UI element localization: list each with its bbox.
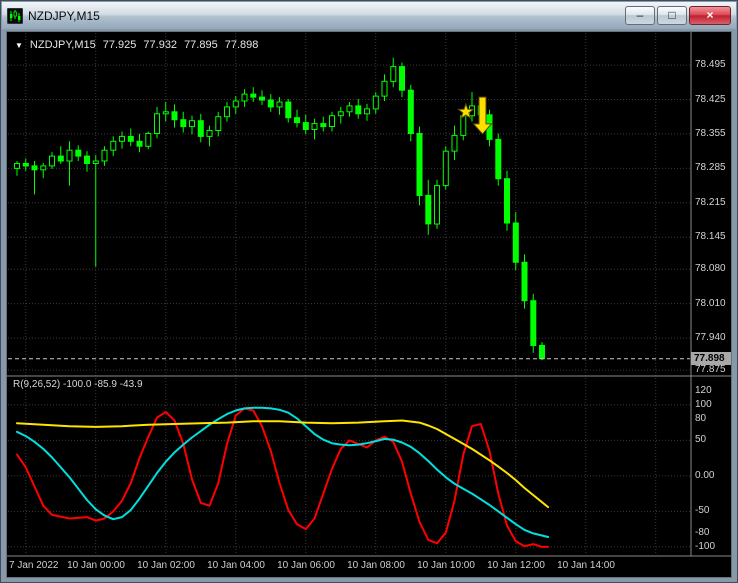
titlebar[interactable]: NZDJPY,M15 – □ × (2, 2, 736, 29)
time-axis-label: 10 Jan 02:00 (137, 560, 195, 571)
expander-icon[interactable]: ▼ (15, 41, 23, 50)
current-price-label: 77.898 (691, 352, 731, 365)
indicator-axis-label: -50 (695, 505, 710, 516)
candles (14, 57, 545, 361)
price-axis-label: 78.080 (695, 263, 726, 274)
ohlc-low: 77.895 (184, 39, 218, 51)
price-axis-label: 77.940 (695, 332, 726, 343)
minimize-icon: – (636, 8, 644, 22)
ohlc-header: ▼ NZDJPY,M15 77.925 77.932 77.895 77.898 (15, 39, 258, 51)
chart-canvas[interactable] (7, 32, 731, 577)
time-axis-label: 10 Jan 00:00 (67, 560, 125, 571)
ohlc-close: 77.898 (224, 39, 259, 51)
chart-icon (6, 7, 24, 24)
time-axis[interactable]: 7 Jan 2022 10 Jan 00:00 10 Jan 02:00 10 Jan… (7, 556, 731, 577)
minimize-button[interactable]: – (625, 6, 655, 25)
indicator-axis-label: -80 (695, 527, 710, 538)
ohlc-open: 77.925 (102, 39, 137, 51)
price-axis[interactable]: 78.495 78.425 78.355 78.285 78.215 78.145 78.0… (691, 32, 731, 556)
window-controls: – □ × (625, 6, 731, 25)
time-axis-label: 10 Jan 06:00 (277, 560, 335, 571)
time-axis-label: 10 Jan 04:00 (207, 560, 265, 571)
indicator-label: R(9,26,52) -100.0 -85.9 -43.9 (13, 379, 143, 390)
price-axis-label: 78.010 (695, 298, 726, 309)
close-button[interactable]: × (689, 6, 731, 25)
indicator-axis-label: 80 (695, 413, 707, 424)
ohlc-high: 77.932 (143, 39, 178, 51)
chart-area: ▼ NZDJPY,M15 77.925 77.932 77.895 77.898… (7, 32, 731, 577)
time-axis-label: 10 Jan 08:00 (347, 560, 405, 571)
indicator-axis-label: 100 (695, 399, 712, 410)
chart-symbol-label: NZDJPY,M15 (29, 39, 96, 51)
price-axis-label: 78.425 (695, 94, 726, 105)
price-axis-label: 78.495 (695, 59, 726, 70)
time-axis-label: 10 Jan 14:00 (557, 560, 615, 571)
indicator-axis-label: 120 (695, 385, 712, 396)
price-axis-label: 78.145 (695, 231, 726, 242)
indicator-axis-label: 50 (695, 434, 707, 445)
time-axis-label: 7 Jan 2022 (9, 560, 59, 571)
price-axis-label: 78.215 (695, 197, 726, 208)
time-axis-label: 10 Jan 12:00 (487, 560, 545, 571)
close-icon: × (706, 8, 714, 22)
maximize-icon: □ (668, 8, 676, 22)
price-axis-label: 78.285 (695, 162, 726, 173)
chart-frame: ▼ NZDJPY,M15 77.925 77.932 77.895 77.898… (6, 31, 732, 578)
price-axis-label: 78.355 (695, 128, 726, 139)
indicator-line-fast-red (16, 407, 550, 548)
price-axis-label: 77.875 (695, 364, 726, 375)
window-title: NZDJPY,M15 (28, 8, 100, 23)
maximize-button[interactable]: □ (657, 6, 687, 25)
indicator-axis-label: 0.00 (695, 470, 715, 481)
indicator-axis-label: -100 (695, 541, 716, 552)
time-axis-label: 10 Jan 10:00 (417, 560, 475, 571)
mt4-chart-window: NZDJPY,M15 – □ × ▼ NZDJPY,M15 77.925 77.… (0, 0, 738, 583)
